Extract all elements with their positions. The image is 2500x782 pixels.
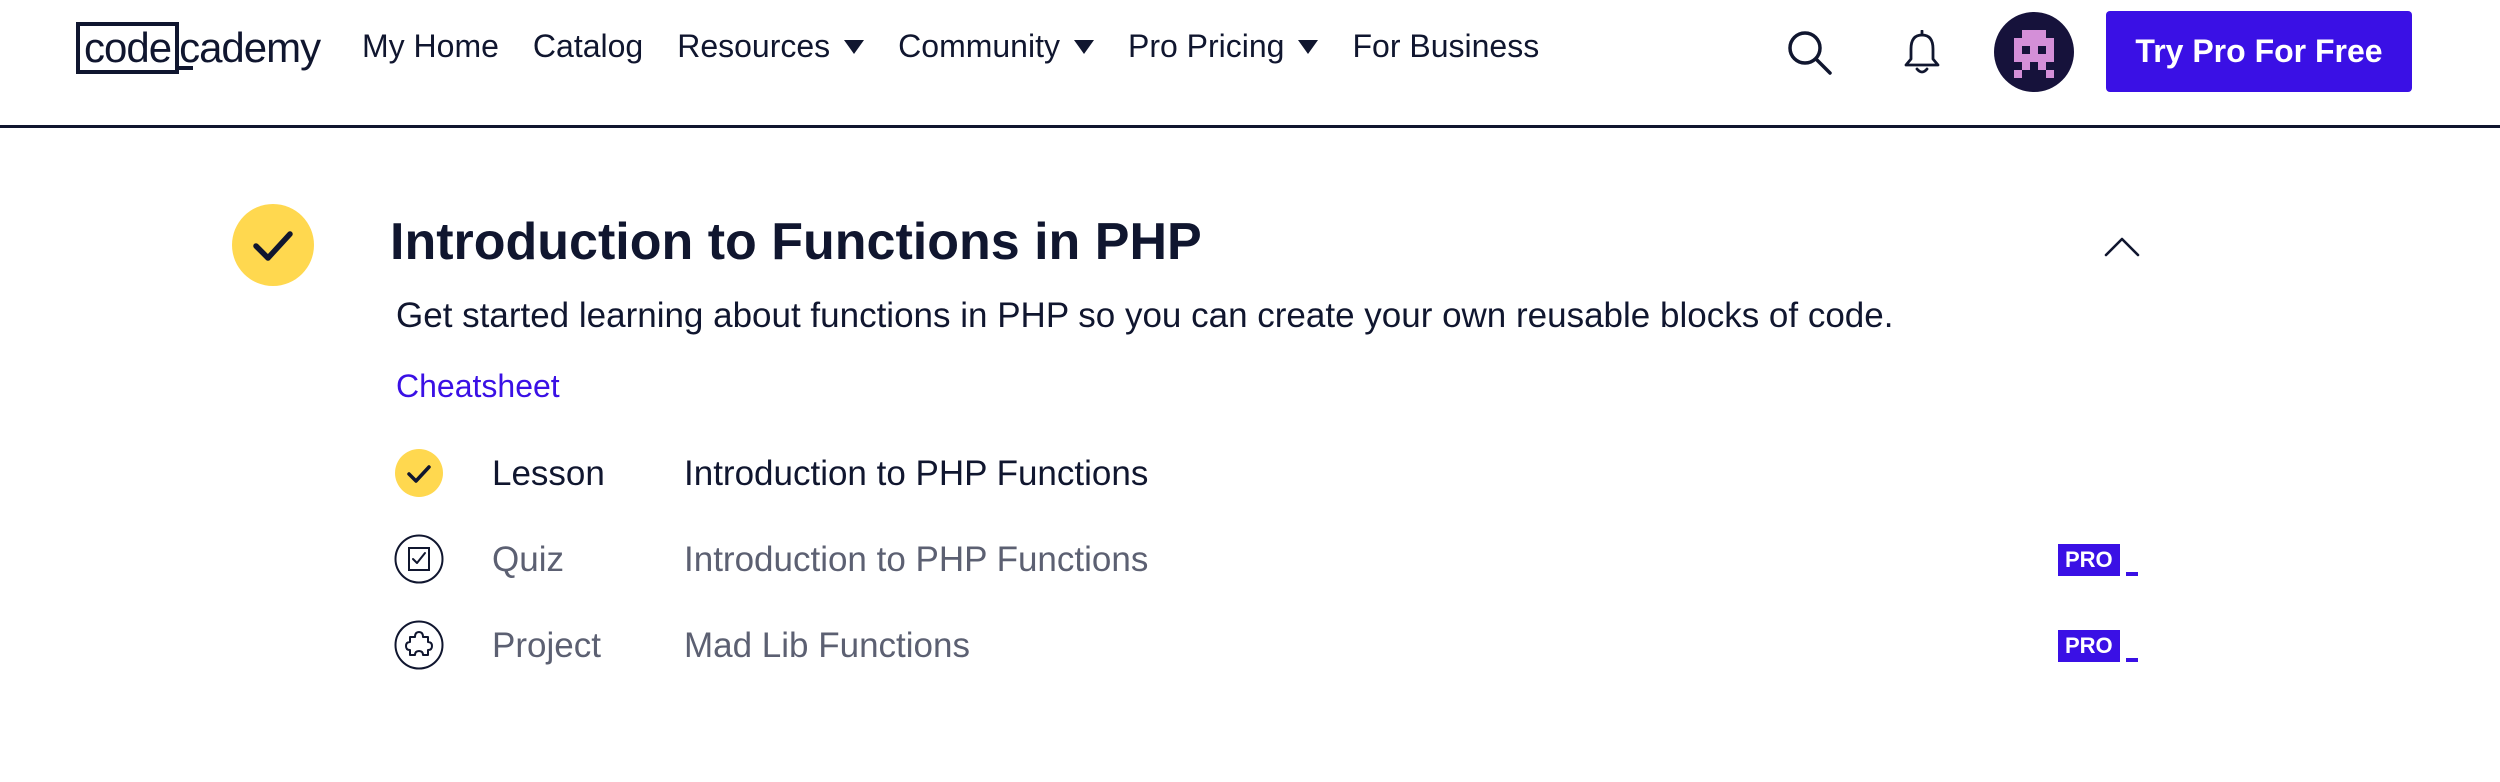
user-avatar[interactable] bbox=[1994, 12, 2074, 92]
chevron-up-icon[interactable] bbox=[2104, 234, 2140, 258]
pro-badge: PRO bbox=[2058, 628, 2138, 662]
module-description: Get started learning about functions in … bbox=[396, 296, 1894, 335]
chevron-down-icon bbox=[1298, 39, 1319, 54]
pixel-avatar-icon bbox=[2014, 30, 2054, 78]
module-item-project[interactable]: Project Mad Lib Functions PRO bbox=[394, 620, 2138, 672]
main-nav: My Home Catalog Resources Community Pro … bbox=[362, 28, 1573, 65]
nav-pro-pricing-label: Pro Pricing bbox=[1127, 28, 1285, 64]
quiz-icon bbox=[394, 534, 444, 584]
module-complete-check-icon bbox=[232, 204, 314, 286]
item-name: Introduction to PHP Functions bbox=[684, 454, 1149, 493]
pro-badge-label: PRO bbox=[2058, 544, 2120, 576]
module-item-quiz[interactable]: Quiz Introduction to PHP Functions PRO bbox=[394, 534, 2138, 586]
pro-badge: PRO bbox=[2058, 542, 2138, 576]
nav-resources-label: Resources bbox=[677, 28, 831, 64]
nav-for-business[interactable]: For Business bbox=[1352, 28, 1539, 65]
nav-community-label: Community bbox=[898, 28, 1060, 64]
nav-my-home-label: My Home bbox=[362, 28, 499, 64]
chevron-down-icon bbox=[1073, 39, 1094, 54]
item-type-label: Quiz bbox=[492, 540, 564, 579]
top-navigation-bar: code cademy My Home Catalog Resources Com… bbox=[0, 0, 2500, 128]
nav-pro-pricing[interactable]: Pro Pricing bbox=[1128, 28, 1319, 65]
nav-my-home[interactable]: My Home bbox=[362, 28, 499, 65]
puzzle-icon bbox=[394, 620, 444, 670]
cheatsheet-link[interactable]: Cheatsheet bbox=[396, 368, 560, 405]
chevron-down-icon bbox=[844, 39, 865, 54]
check-icon bbox=[395, 449, 443, 497]
item-type-label: Lesson bbox=[492, 454, 605, 493]
module-item-lesson[interactable]: Lesson Introduction to PHP Functions bbox=[394, 448, 2134, 500]
pro-badge-underscore bbox=[2125, 658, 2138, 662]
nav-catalog[interactable]: Catalog bbox=[533, 28, 643, 65]
logo-code-box: code bbox=[76, 22, 180, 74]
item-name: Mad Lib Functions bbox=[684, 626, 970, 665]
nav-community[interactable]: Community bbox=[898, 28, 1094, 65]
logo-cademy-text: cademy bbox=[175, 24, 321, 71]
nav-for-business-label: For Business bbox=[1352, 28, 1540, 64]
pro-badge-underscore bbox=[2125, 572, 2138, 576]
nav-resources[interactable]: Resources bbox=[677, 28, 865, 65]
codecademy-logo[interactable]: code cademy bbox=[76, 22, 321, 74]
item-type-label: Project bbox=[492, 626, 601, 665]
bell-icon[interactable] bbox=[1902, 30, 1942, 76]
search-icon[interactable] bbox=[1785, 28, 1833, 76]
nav-catalog-label: Catalog bbox=[532, 28, 644, 64]
try-pro-button[interactable]: Try Pro For Free bbox=[2106, 11, 2412, 92]
item-name: Introduction to PHP Functions bbox=[684, 540, 1149, 579]
pro-badge-label: PRO bbox=[2058, 630, 2120, 662]
module-title: Introduction to Functions in PHP bbox=[390, 213, 1202, 271]
